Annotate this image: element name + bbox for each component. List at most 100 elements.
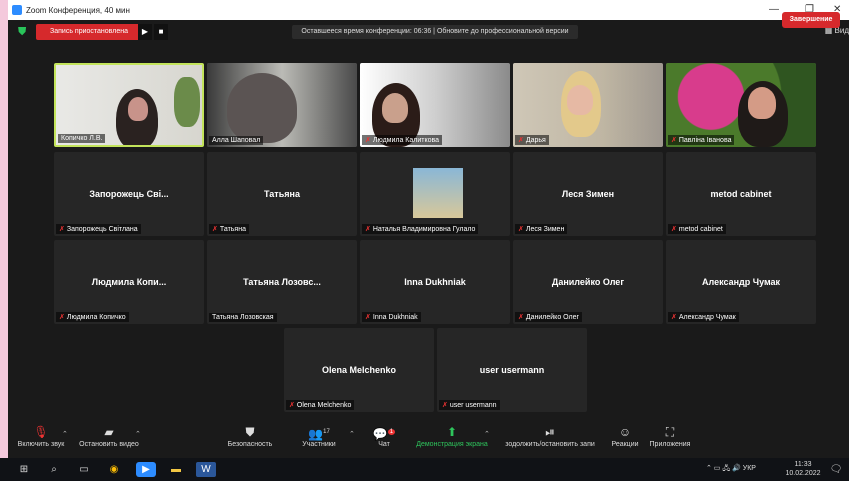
participants-label: Участники (302, 441, 336, 448)
participants-count: 17 (323, 429, 330, 435)
video-tile[interactable]: Людмила Копи... ✗ Людмила Копичко (54, 240, 204, 324)
stop-video-label: Остановить видео (79, 441, 139, 448)
video-tile[interactable]: Леся Зимен ✗ Леся Зимен (513, 152, 663, 236)
clock-time: 11:33 (794, 461, 812, 468)
resume-recording-icon[interactable]: ▶ (138, 24, 152, 40)
security-button[interactable]: ⛊ Безопасность (211, 423, 289, 448)
security-shield-icon[interactable]: ⛊ (18, 26, 26, 39)
mic-muted-icon: ✗ (365, 137, 371, 144)
participant-name-label: ✗ Запорожець Світлана (56, 224, 141, 234)
record-pause-stop-icon: ⏯ (545, 425, 555, 439)
mic-muted-icon: ✗ (59, 314, 65, 321)
share-screen-label: Демонстрация экрана (416, 441, 488, 448)
mic-muted-icon: 🎙 (33, 425, 49, 439)
chat-badge: 1 (387, 429, 396, 435)
video-tile[interactable]: Алла Шаповал (207, 63, 357, 147)
end-meeting-button[interactable]: Завершение (782, 12, 840, 28)
record-label: зодолжить/остановить запи (505, 441, 595, 448)
meeting-topbar: ⛊ Запись приостановлена ▶ ■ Оставшееся в… (8, 20, 849, 44)
participant-name-label: ✗ Olena Melchenko (286, 400, 355, 410)
participant-name-label: ✗ Наталья Владимировна Гулало (362, 224, 479, 234)
unmute-label: Включить звук (17, 441, 65, 448)
share-screen-button[interactable]: ⬆ Демонстрация экрана (413, 423, 491, 448)
mic-muted-icon: ✗ (518, 137, 524, 144)
participant-name-label: ✗ Павліна Іванова (668, 135, 735, 145)
mic-muted-icon: ✗ (671, 226, 677, 233)
participant-name-label: ✗ Дарья (515, 135, 549, 145)
search-icon[interactable]: ⌕ (44, 462, 64, 477)
participant-name-label: ✗ Людмила Копичко (56, 312, 129, 322)
zoom-app-icon (12, 5, 22, 15)
share-options-chevron-icon[interactable]: ⌃ (484, 430, 490, 438)
participant-name: Татьяна Лозовс... (243, 277, 321, 287)
video-tile[interactable]: ✗ Людмила Калиткова (360, 63, 510, 147)
chat-label: Чат (378, 441, 390, 448)
video-tile[interactable]: metod cabinet ✗ metod cabinet (666, 152, 816, 236)
mic-muted-icon: ✗ (518, 226, 524, 233)
language-indicator[interactable]: УКР (743, 465, 756, 472)
participant-name-label: ✗ metod cabinet (668, 224, 726, 234)
notifications-icon[interactable]: 🗨 (826, 462, 846, 477)
participant-name-label: ✗ Людмила Калиткова (362, 135, 443, 145)
windows-start-icon[interactable]: ⊞ (14, 462, 34, 477)
participant-name-label: Копичко Л.В. (58, 134, 106, 143)
participant-name-label: ✗ Данилейко Олег (515, 312, 583, 322)
video-tile[interactable]: Запорожець Сві... ✗ Запорожець Світлана (54, 152, 204, 236)
apps-label: Приложения (649, 441, 691, 448)
video-tile[interactable]: Olena Melchenko ✗ Olena Melchenko (284, 328, 434, 412)
zoom-window: Zoom Конференция, 40 мин — ❐ ✕ ⛊ Запись … (8, 0, 849, 458)
word-icon[interactable]: W (196, 462, 216, 477)
chat-button[interactable]: 💬 1 Чат (345, 423, 423, 448)
video-options-chevron-icon[interactable]: ⌃ (135, 430, 141, 438)
video-tile[interactable]: ✗ Наталья Владимировна Гулало (360, 152, 510, 236)
participant-name-label: Алла Шаповал (209, 136, 264, 145)
share-screen-icon: ⬆ (446, 425, 458, 439)
video-tile[interactable]: Копичко Л.В. (54, 63, 204, 147)
participant-name-label: ✗ Леся Зимен (515, 224, 568, 234)
mic-muted-icon: ✗ (212, 226, 218, 233)
meeting-controls: 🎙 Включить звук ⌃ ▰ Остановить видео ⌃ ⛊… (8, 420, 849, 458)
video-tile[interactable]: Александр Чумак ✗ Александр Чумак (666, 240, 816, 324)
participant-name-label: ✗ Inna Dukhniak (362, 312, 421, 322)
video-tile[interactable]: user usermann ✗ user usermann (437, 328, 587, 412)
time-remaining-banner[interactable]: Оставшееся время конференции: 06:36 | Об… (292, 25, 578, 39)
zoom-taskbar-icon[interactable]: ▶ (136, 462, 156, 477)
window-title: Zoom Конференция, 40 мин (26, 6, 130, 15)
taskbar: ⊞ ⌕ ▭ ◉ ▶ ▬ W ⌃ ▭ 🖧 🔊 УКР 11:33 10.02.20… (0, 458, 849, 481)
video-tile[interactable]: ✗ Павліна Іванова (666, 63, 816, 147)
clock-date: 10.02.2022 (785, 470, 821, 477)
file-explorer-icon[interactable]: ▬ (166, 462, 186, 477)
record-button[interactable]: ⏯ зодолжить/остановить запи (500, 423, 600, 448)
audio-options-chevron-icon[interactable]: ⌃ (62, 430, 68, 438)
chat-icon: 💬 1 (372, 427, 396, 441)
mic-muted-icon: ✗ (365, 314, 371, 321)
taskbar-clock[interactable]: 11:33 10.02.2022 (781, 460, 825, 478)
video-tile[interactable]: ✗ Дарья (513, 63, 663, 147)
video-tile[interactable]: Данилейко Олег ✗ Данилейко Олег (513, 240, 663, 324)
participant-video (227, 73, 297, 143)
mic-muted-icon: ✗ (365, 226, 371, 233)
unmute-button[interactable]: 🎙 Включить звук (2, 423, 80, 448)
system-tray[interactable]: ⌃ ▭ 🖧 🔊 УКР (706, 464, 756, 475)
video-tile[interactable]: Татьяна ✗ Татьяна (207, 152, 357, 236)
task-view-icon[interactable]: ▭ (74, 462, 94, 477)
apps-icon: ⛶ (665, 425, 675, 439)
video-tile[interactable]: Татьяна Лозовс... Татьяна Лозовская (207, 240, 357, 324)
stop-recording-icon[interactable]: ■ (154, 24, 168, 40)
title-bar: Zoom Конференция, 40 мин — ❐ ✕ (8, 0, 849, 20)
minimize-button[interactable]: — (769, 4, 779, 15)
chrome-icon[interactable]: ◉ (104, 462, 124, 477)
mic-muted-icon: ✗ (442, 402, 448, 409)
avatar (413, 168, 463, 218)
recording-status-button[interactable]: Запись приостановлена (36, 24, 142, 40)
security-label: Безопасность (227, 441, 273, 448)
mic-muted-icon: ✗ (59, 226, 65, 233)
participant-name-label: ✗ Татьяна (209, 224, 249, 234)
participant-name-label: ✗ user usermann (439, 400, 500, 410)
mic-muted-icon: ✗ (289, 402, 295, 409)
participant-name-label: ✗ Александр Чумак (668, 312, 739, 322)
participant-name-label: Татьяна Лозовская (209, 313, 277, 322)
mic-muted-icon: ✗ (518, 314, 524, 321)
video-tile[interactable]: Inna Dukhniak ✗ Inna Dukhniak (360, 240, 510, 324)
apps-button[interactable]: ⛶ Приложения (631, 423, 709, 448)
